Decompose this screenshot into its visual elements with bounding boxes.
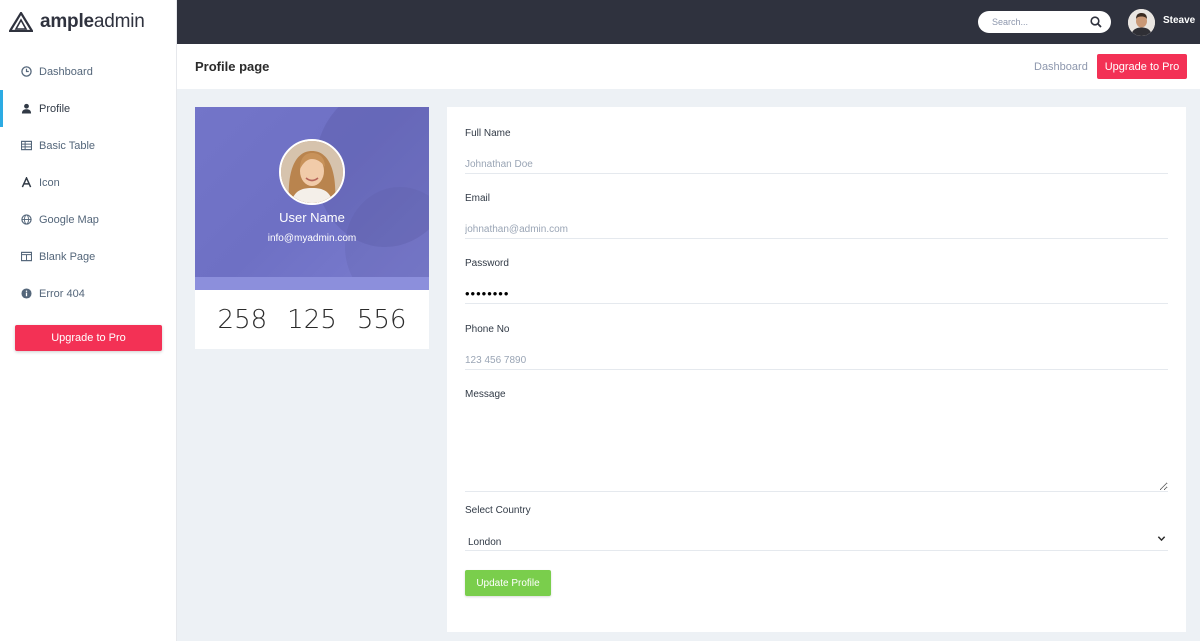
user-name[interactable]: Steave [1163,15,1195,26]
country-select-value: London [468,537,502,548]
search-input[interactable] [978,11,1078,33]
phone-field[interactable] [465,351,1168,370]
profile-card: User Name info@myadmin.com 258 125 556 [195,107,429,349]
sidebar-item-label: Blank Page [39,250,96,263]
search-box [978,11,1111,33]
profile-divider [195,277,429,290]
profile-name: User Name [279,210,345,225]
sidebar-item-label: Basic Table [39,139,96,152]
message-group: Message [465,389,1168,492]
info-icon [21,288,32,299]
full-name-field[interactable] [465,155,1168,174]
clock-icon [21,66,32,77]
sidebar-item-blank-page[interactable]: Blank Page [0,238,176,275]
avatar[interactable] [1128,9,1155,36]
message-label: Message [465,389,506,400]
profile-stats: 258 125 556 [195,290,429,335]
country-label: Select Country [465,505,531,516]
page-title: Profile page [195,59,270,74]
topbar: Steave [177,0,1200,44]
profile-email: info@myadmin.com [267,233,357,244]
table-icon [21,140,32,151]
brand[interactable]: ampleadmin [0,0,176,44]
sidebar-item-label: Icon [39,176,60,189]
update-profile-button[interactable]: Update Profile [465,570,551,596]
sidebar-item-label: Dashboard [39,65,93,78]
stat-value: 125 [287,305,337,335]
stat-value: 258 [217,305,268,335]
chevron-down-icon [1157,536,1166,542]
email-group: Email [465,193,1168,239]
sidebar-item-profile[interactable]: Profile [0,90,176,127]
email-label: Email [465,193,491,204]
password-field[interactable] [465,283,1168,304]
email-field[interactable] [465,220,1168,239]
phone-group: Phone No [465,324,1168,370]
page-header: Profile page Dashboard Upgrade to Pro [177,44,1200,89]
full-name-group: Full Name [465,128,1168,174]
profile-banner: User Name info@myadmin.com [195,107,429,277]
country-select[interactable]: London [465,532,1168,551]
columns-icon [21,251,32,262]
sidebar-upgrade-button[interactable]: Upgrade to Pro [15,325,162,351]
font-icon [21,177,32,188]
profile-form: Full Name Email Password Phone No Messag… [447,107,1186,632]
user-icon [21,103,32,114]
sidebar-nav: Dashboard Profile Basic Table Icon Googl… [0,53,176,312]
globe-icon [21,214,32,225]
breadcrumb[interactable]: Dashboard [1034,61,1088,73]
header-upgrade-button[interactable]: Upgrade to Pro [1097,54,1187,79]
full-name-label: Full Name [465,128,511,139]
brand-text: ampleadmin [40,11,145,32]
search-icon[interactable] [1090,16,1102,28]
sidebar-item-label: Google Map [39,213,99,226]
sidebar-item-label: Error 404 [39,287,85,300]
profile-avatar [279,139,345,205]
sidebar-item-basic-table[interactable]: Basic Table [0,127,176,164]
password-group: Password [465,258,1168,304]
logo-icon [9,12,33,32]
message-field[interactable] [465,406,1168,492]
password-label: Password [465,258,509,269]
sidebar-item-icon[interactable]: Icon [0,164,176,201]
stat-value: 556 [356,305,407,335]
country-group: Select Country London [465,505,1168,551]
sidebar-item-label: Profile [39,102,71,115]
phone-label: Phone No [465,324,510,335]
sidebar-item-dashboard[interactable]: Dashboard [0,53,176,90]
sidebar-item-google-map[interactable]: Google Map [0,201,176,238]
sidebar-item-error-404[interactable]: Error 404 [0,275,176,312]
sidebar: ampleadmin Dashboard Profile Basic Table… [0,0,177,641]
